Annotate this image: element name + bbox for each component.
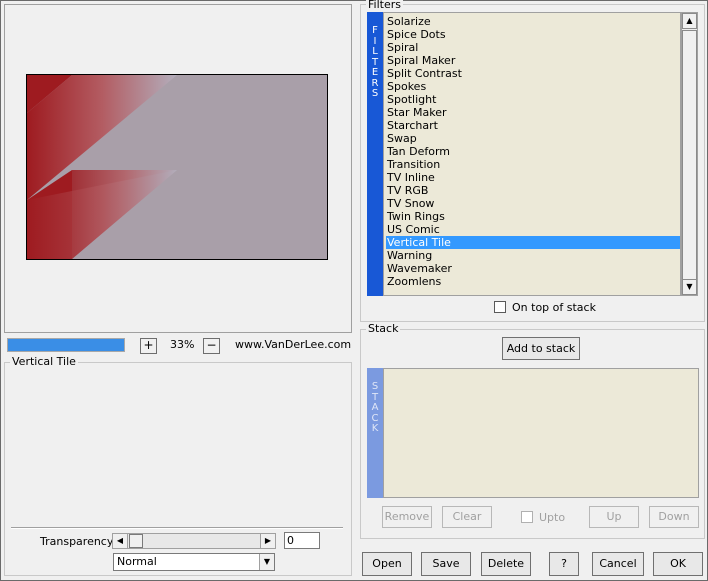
blend-mode-value: Normal [117, 555, 157, 568]
list-item[interactable]: Warning [386, 249, 680, 262]
vertical-letter: S [371, 88, 379, 99]
slider-thumb[interactable] [129, 534, 143, 548]
preview-image [26, 74, 328, 260]
scroll-up-icon[interactable]: ▲ [682, 13, 697, 29]
scroll-right-icon[interactable]: ▶ [260, 534, 275, 548]
list-item[interactable]: Transition [386, 158, 680, 171]
scroll-left-icon[interactable]: ◀ [113, 534, 128, 548]
open-button[interactable]: Open [362, 552, 412, 576]
vertical-letter: K [371, 423, 379, 434]
zoom-in-button[interactable]: + [140, 338, 157, 354]
dropdown-arrow-icon[interactable]: ▼ [259, 554, 274, 570]
on-top-checkbox[interactable] [494, 301, 506, 313]
vertical-letter: F [372, 25, 378, 36]
transparency-slider[interactable]: ◀ ▶ [112, 533, 276, 549]
stack-title: Stack [366, 322, 401, 335]
list-item[interactable]: Star Maker [386, 106, 680, 119]
stack-vertical-bar: STACK [367, 368, 383, 498]
save-button[interactable]: Save [421, 552, 471, 576]
help-button[interactable]: ? [549, 552, 579, 576]
on-top-label: On top of stack [512, 301, 596, 314]
parameters-title: Vertical Tile [10, 355, 78, 368]
down-button[interactable]: Down [649, 506, 699, 528]
list-item[interactable]: Spiral Maker [386, 54, 680, 67]
list-item[interactable]: Spokes [386, 80, 680, 93]
filters-title: Filters [366, 0, 403, 11]
transparency-input[interactable]: 0 [284, 532, 320, 549]
list-item[interactable]: Spiral [386, 41, 680, 54]
cancel-button[interactable]: Cancel [592, 552, 644, 576]
list-item[interactable]: Solarize [386, 15, 680, 28]
vertical-letter: A [371, 402, 379, 413]
upto-checkbox[interactable] [521, 511, 533, 523]
ok-button[interactable]: OK [653, 552, 703, 576]
stack-list[interactable] [383, 368, 699, 498]
list-item[interactable]: Spotlight [386, 93, 680, 106]
zoom-level: 33% [170, 338, 195, 351]
preview-graphic [27, 75, 327, 259]
zoom-out-button[interactable]: − [203, 338, 220, 354]
list-item[interactable]: TV Snow [386, 197, 680, 210]
vertical-letter: L [372, 46, 378, 57]
list-item[interactable]: Starchart [386, 119, 680, 132]
list-item[interactable]: TV Inline [386, 171, 680, 184]
list-item[interactable]: Zoomlens [386, 275, 680, 288]
up-button[interactable]: Up [589, 506, 639, 528]
upto-label: Upto [539, 511, 566, 524]
transparency-label: Transparency [40, 535, 114, 548]
filters-vertical-bar: FILTERS [367, 12, 383, 296]
list-item[interactable]: Wavemaker [386, 262, 680, 275]
list-item[interactable]: Tan Deform [386, 145, 680, 158]
add-to-stack-button[interactable]: Add to stack [502, 337, 580, 360]
clear-button[interactable]: Clear [442, 506, 492, 528]
filters-scrollbar[interactable]: ▲ ▼ [681, 12, 698, 296]
list-item[interactable]: Split Contrast [386, 67, 680, 80]
list-item[interactable]: Vertical Tile [386, 236, 680, 249]
remove-button[interactable]: Remove [382, 506, 432, 528]
progress-bar [7, 338, 125, 352]
params-separator [11, 527, 343, 529]
delete-button[interactable]: Delete [481, 552, 531, 576]
list-item[interactable]: TV RGB [386, 184, 680, 197]
blend-mode-select[interactable]: Normal ▼ [113, 553, 275, 571]
list-item[interactable]: US Comic [386, 223, 680, 236]
vertical-letter: E [371, 67, 379, 78]
filters-list[interactable]: Solarize Spice Dots Spiral Spiral Maker Spli… [383, 12, 681, 296]
list-item[interactable]: Spice Dots [386, 28, 680, 41]
scrollbar-thumb[interactable] [682, 30, 697, 286]
list-item[interactable]: Swap [386, 132, 680, 145]
vertical-letter: S [371, 381, 379, 392]
list-item[interactable]: Twin Rings [386, 210, 680, 223]
website-link[interactable]: www.VanDerLee.com [235, 338, 351, 351]
scroll-down-icon[interactable]: ▼ [682, 279, 697, 295]
